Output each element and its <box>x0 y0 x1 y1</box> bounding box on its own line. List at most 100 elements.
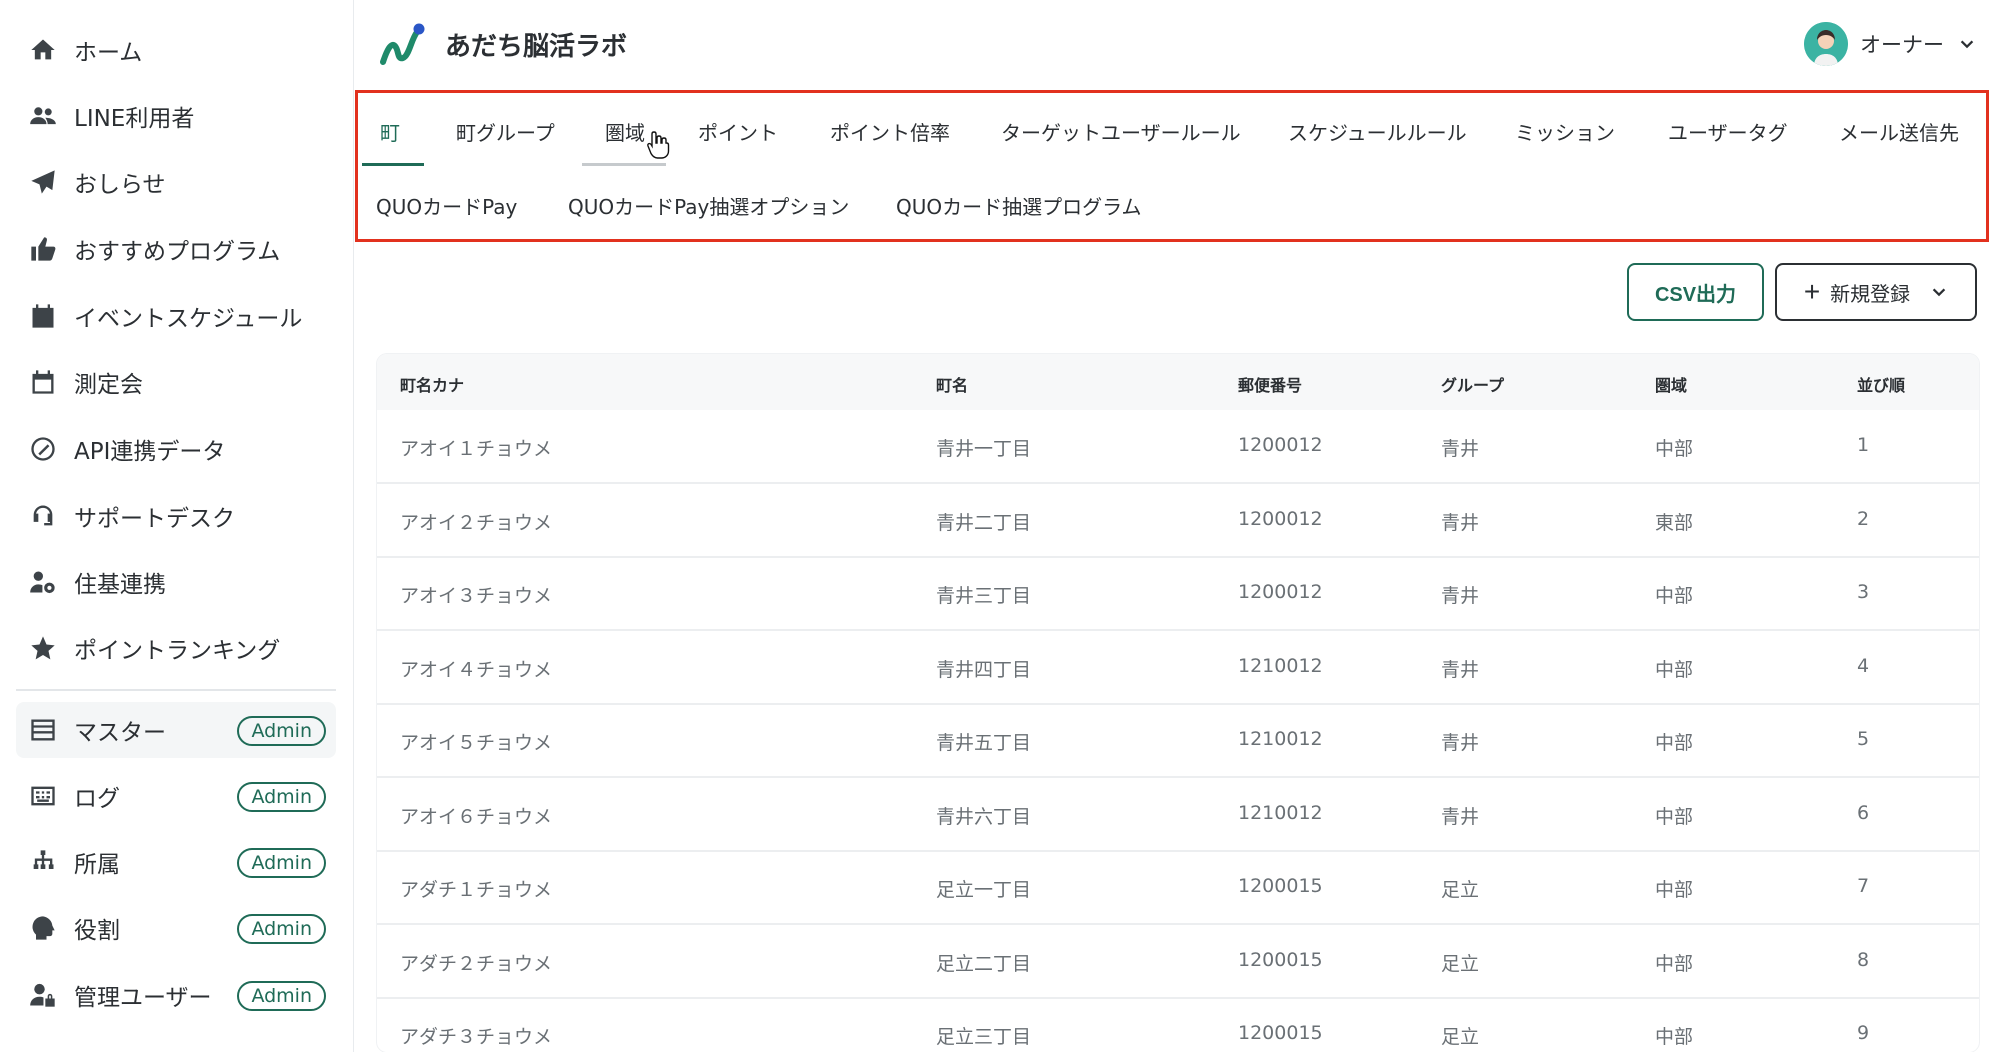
table-cell: 青井四丁目 <box>936 658 1032 681</box>
table-cell: 4 <box>1857 654 1870 677</box>
table-cell: 青井二丁目 <box>936 511 1032 534</box>
table-row[interactable]: アダチ３チョウメ 足立三丁目 1200015 足立 中部 9 <box>377 998 1979 1052</box>
sidebar-item-resident-link[interactable]: 住基連携 <box>16 554 336 610</box>
sidebar: ホーム LINE利用者 おしらせ おすすめプログラム イベントスケジュール 測定… <box>0 0 354 1052</box>
table-cell: アオイ４チョウメ <box>400 658 553 681</box>
sidebar-item-label: イベントスケジュール <box>74 306 303 332</box>
admin-badge: Admin <box>237 848 326 878</box>
active-tab-indicator <box>362 163 424 166</box>
admin-badge: Admin <box>237 981 326 1011</box>
column-header[interactable]: グループ <box>1441 372 1504 396</box>
tab-point-multiplier[interactable]: ポイント倍率 <box>830 117 950 146</box>
table-cell: 中部 <box>1655 585 1694 607</box>
table-cell: アダチ１チョウメ <box>400 879 553 901</box>
sidebar-item-roles[interactable]: 役割 Admin <box>16 900 336 956</box>
table-cell: 1200015 <box>1238 875 1323 897</box>
column-header[interactable]: 町名カナ <box>400 372 464 396</box>
sidebar-item-event-schedule[interactable]: イベントスケジュール <box>16 288 336 344</box>
table-header: 町名カナ 町名 郵便番号 グループ 圏域 並び順 <box>377 354 1979 410</box>
header: あだち脳活ラボ オーナー <box>355 0 2000 88</box>
table-cell: 1200012 <box>1238 507 1323 530</box>
table-cell: 青井五丁目 <box>936 732 1032 754</box>
link-circle-icon <box>26 432 60 466</box>
csv-export-button[interactable]: CSV出力 <box>1627 263 1764 321</box>
sidebar-item-measurement[interactable]: 測定会 <box>16 354 336 410</box>
tab-missions[interactable]: ミッション <box>1515 117 1615 146</box>
table-cell: 中部 <box>1655 879 1694 901</box>
tab-target-user-rules[interactable]: ターゲットユーザールール <box>1001 117 1241 146</box>
table-row[interactable]: アオイ２チョウメ 青井二丁目 1200012 青井 東部 2 <box>377 484 1979 558</box>
tab-schedule-rules[interactable]: スケジュールルール <box>1288 117 1467 146</box>
column-header[interactable]: 圏域 <box>1655 372 1687 396</box>
star-icon <box>26 631 60 665</box>
sidebar-item-api-data[interactable]: API連携データ <box>16 421 336 477</box>
table-cell: 足立一丁目 <box>936 879 1032 901</box>
table-cell: 1200015 <box>1238 1022 1323 1044</box>
tab-town-group[interactable]: 町グループ <box>456 117 555 146</box>
table-cell: 青井 <box>1441 585 1480 607</box>
avatar <box>1804 22 1848 66</box>
tab-mail-recipients[interactable]: メール送信先 <box>1839 117 1959 146</box>
table-cell: アオイ２チョウメ <box>400 511 553 534</box>
table-cell: 2 <box>1857 507 1870 530</box>
table-cell: 1210012 <box>1238 654 1323 677</box>
table-row[interactable]: アオイ３チョウメ 青井三丁目 1200012 青井 中部 3 <box>377 557 1979 631</box>
admin-badge: Admin <box>237 716 326 746</box>
sidebar-item-recommended[interactable]: おすすめプログラム <box>16 221 336 277</box>
user-menu[interactable]: オーナー <box>1804 22 1976 66</box>
table-row[interactable]: アオイ６チョウメ 青井六丁目 1210012 青井 中部 6 <box>377 778 1979 852</box>
table-row[interactable]: アオイ５チョウメ 青井五丁目 1210012 青井 中部 5 <box>377 704 1979 778</box>
table-cell: 足立 <box>1441 952 1480 975</box>
column-header[interactable]: 並び順 <box>1857 372 1905 396</box>
tab-user-tags[interactable]: ユーザータグ <box>1668 117 1788 146</box>
sidebar-divider <box>16 689 336 691</box>
table-cell: 8 <box>1857 948 1870 971</box>
table-cell: 中部 <box>1655 1026 1694 1048</box>
sidebar-item-home[interactable]: ホーム <box>16 22 336 78</box>
sidebar-item-admin-users[interactable]: 管理ユーザー Admin <box>16 967 336 1023</box>
table-cell: 青井 <box>1441 438 1480 460</box>
towns-table: 町名カナ 町名 郵便番号 グループ 圏域 並び順 アオイ１チョウメ 青井一丁目 12… <box>377 354 1979 1052</box>
thumbs-up-icon <box>26 232 60 266</box>
sidebar-item-label: 役割 <box>74 918 120 944</box>
sidebar-item-notices[interactable]: おしらせ <box>16 154 336 210</box>
new-register-button[interactable]: + 新規登録 <box>1775 263 1977 321</box>
table-row[interactable]: アダチ２チョウメ 足立二丁目 1200015 足立 中部 8 <box>377 925 1979 999</box>
tab-points[interactable]: ポイント <box>698 117 778 146</box>
table-row[interactable]: アオイ４チョウメ 青井四丁目 1210012 青井 中部 4 <box>377 631 1979 705</box>
plus-icon: + <box>1803 276 1821 307</box>
column-header[interactable]: 郵便番号 <box>1238 372 1302 396</box>
table-cell: 中部 <box>1655 952 1694 975</box>
sidebar-item-logs[interactable]: ログ Admin <box>16 768 336 824</box>
column-header[interactable]: 町名 <box>936 372 968 396</box>
table-cell: 6 <box>1857 801 1870 824</box>
table-cell: 青井 <box>1441 805 1480 828</box>
keyboard-icon <box>26 779 60 813</box>
hover-tab-indicator <box>582 163 666 166</box>
table-cell: アオイ６チョウメ <box>400 805 553 828</box>
tab-town[interactable]: 町 <box>380 117 400 146</box>
tab-area[interactable]: 圏域 <box>605 117 645 146</box>
calendar-icon <box>26 299 60 333</box>
table-row[interactable]: アダチ１チョウメ 足立一丁目 1200015 足立 中部 7 <box>377 851 1979 925</box>
new-register-label: 新規登録 <box>1830 283 1911 306</box>
sidebar-item-affiliation[interactable]: 所属 Admin <box>16 834 336 890</box>
sidebar-item-point-ranking[interactable]: ポイントランキング <box>16 620 336 676</box>
sidebar-item-master[interactable]: マスター Admin <box>16 702 336 758</box>
table-cell: 1210012 <box>1238 801 1323 824</box>
sidebar-item-label: おしらせ <box>74 172 166 198</box>
tab-quo-card-lottery-program[interactable]: QUOカード抽選プログラム <box>896 191 1142 220</box>
table-cell: 5 <box>1857 728 1870 750</box>
table-cell: 中部 <box>1655 658 1694 681</box>
table-cell: 中部 <box>1655 732 1694 754</box>
sidebar-item-line-users[interactable]: LINE利用者 <box>16 88 336 144</box>
table-cell: 青井 <box>1441 732 1480 754</box>
headset-icon <box>26 499 60 533</box>
tab-quo-card-pay[interactable]: QUOカードPay <box>376 191 517 220</box>
sidebar-item-support-desk[interactable]: サポートデスク <box>16 488 336 544</box>
chevron-down-icon <box>1960 40 1974 49</box>
sidebar-item-label: 測定会 <box>74 372 143 398</box>
tab-quo-card-pay-lottery-options[interactable]: QUOカードPay抽選オプション <box>568 191 849 220</box>
sidebar-item-label: API連携データ <box>74 439 226 465</box>
table-row[interactable]: アオイ１チョウメ 青井一丁目 1200012 青井 中部 1 <box>377 410 1979 484</box>
